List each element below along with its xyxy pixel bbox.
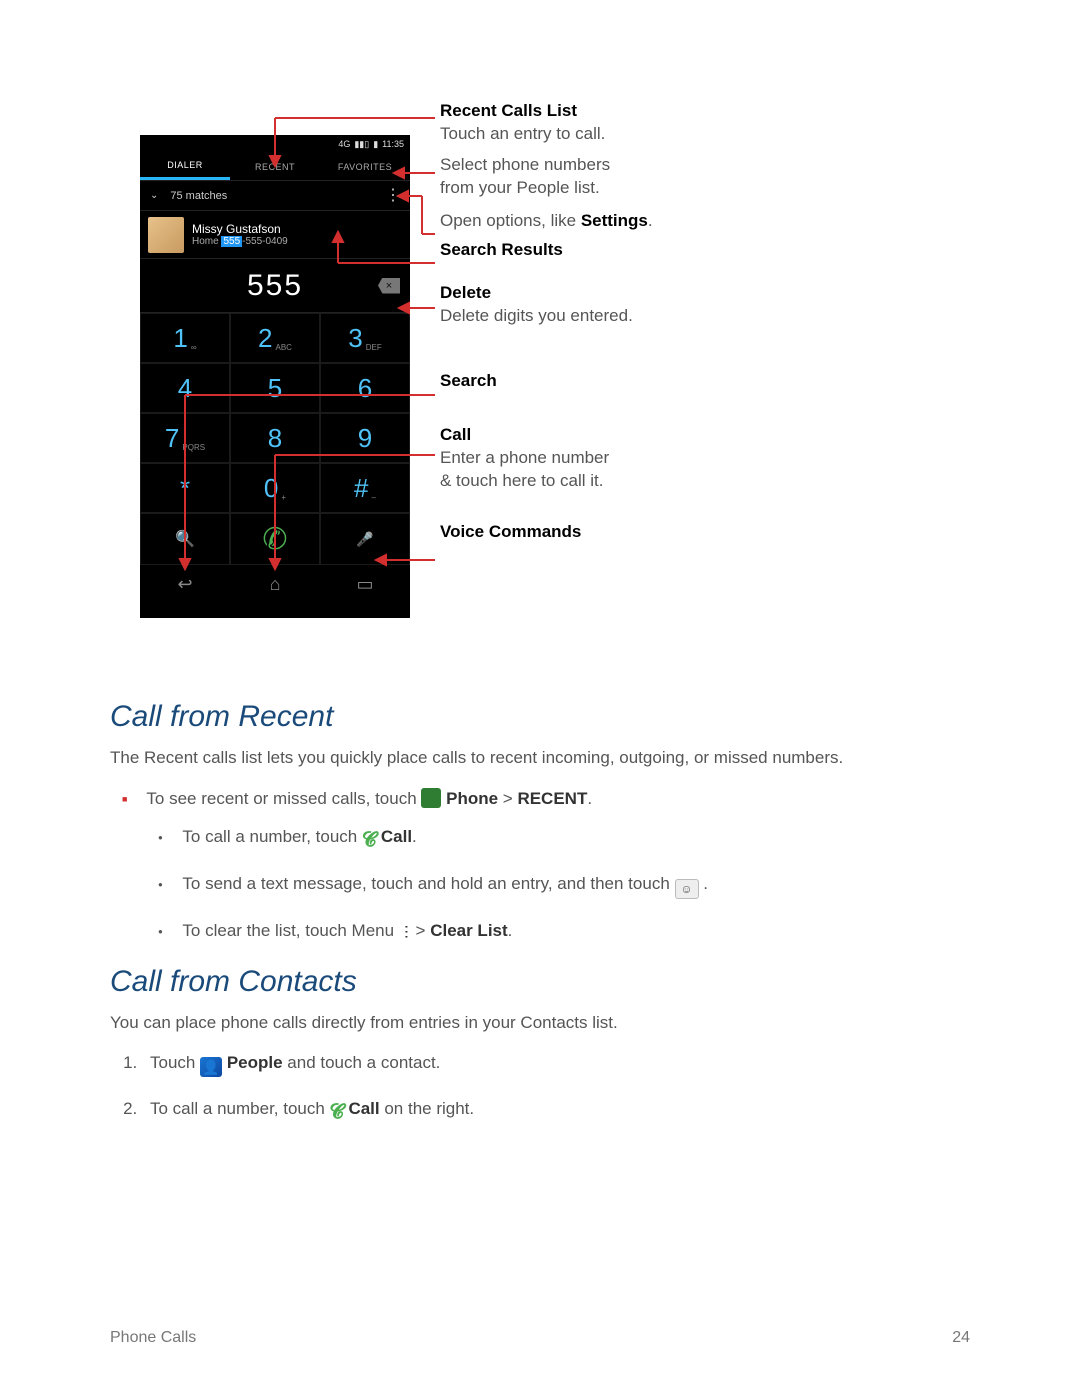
co-recent-text: Touch an entry to call. xyxy=(440,124,605,143)
search-result-row[interactable]: Missy Gustafson Home 555-555-0409 xyxy=(140,211,410,259)
dialed-digits: 555 xyxy=(247,269,303,303)
voice-button[interactable]: 🎤 xyxy=(320,513,410,565)
footer-page: 24 xyxy=(952,1329,970,1347)
sub-send-text: To send a text message, touch and hold a… xyxy=(178,874,970,899)
nav-bar: ↩ ⌂ ▭ xyxy=(140,565,410,603)
key-8[interactable]: 8 xyxy=(230,413,320,463)
co-del-text: Delete digits you entered. xyxy=(440,306,633,325)
callout-text-block: Recent Calls List Touch an entry to call… xyxy=(440,100,653,550)
heading-call-from-recent: Call from Recent xyxy=(110,700,970,734)
message-icon: ☺ xyxy=(675,879,699,899)
clock: 11:35 xyxy=(382,139,404,149)
menu-icon: ⋮ xyxy=(396,923,413,940)
footer-section: Phone Calls xyxy=(110,1329,196,1347)
contact-avatar xyxy=(148,217,184,253)
call-button[interactable]: ✆ xyxy=(230,513,320,565)
bullet-see-recent: To see recent or missed calls, touch Pho… xyxy=(142,788,970,941)
phone-handset-icon: ✆ xyxy=(262,522,287,557)
key-1[interactable]: 1∞ xyxy=(140,313,230,363)
step-touch-people: Touch 👤 People and touch a contact. xyxy=(142,1053,970,1077)
co-search-title: Search xyxy=(440,371,497,390)
contact-name: Missy Gustafson xyxy=(192,222,288,236)
phone-app-icon xyxy=(421,788,441,808)
contact-phone: Home 555-555-0409 xyxy=(192,236,288,247)
co-call-title: Call xyxy=(440,425,471,444)
nav-home[interactable]: ⌂ xyxy=(230,565,320,603)
matches-count: 75 matches xyxy=(170,190,227,202)
nav-back[interactable]: ↩ xyxy=(140,565,230,603)
keypad: 1∞ 2ABC 3DEF 4 5 6 7PQRS 8 9 * 0+ #– xyxy=(140,313,410,513)
signal-icon: ▮▮▯ xyxy=(354,139,369,150)
key-3[interactable]: 3DEF xyxy=(320,313,410,363)
overflow-menu-icon[interactable]: ⋮ xyxy=(385,191,400,201)
key-7[interactable]: 7PQRS xyxy=(140,413,230,463)
search-icon: 🔍 xyxy=(175,529,195,549)
para-recent-intro: The Recent calls list lets you quickly p… xyxy=(110,748,970,768)
call-icon: 𝓒 xyxy=(330,1101,344,1124)
para-contacts-intro: You can place phone calls directly from … xyxy=(110,1013,970,1033)
key-9[interactable]: 9 xyxy=(320,413,410,463)
co-opt-text: Open options, like xyxy=(440,211,581,230)
search-button[interactable]: 🔍 xyxy=(140,513,230,565)
status-bar: 4G ▮▮▯ ▮ 11:35 xyxy=(140,135,410,153)
co-del-title: Delete xyxy=(440,283,491,302)
sub-call-number: To call a number, touch 𝓒 Call. xyxy=(178,827,970,852)
dialed-number-display: 555 × xyxy=(140,259,410,313)
step-call-number: To call a number, touch 𝓒 Call on the ri… xyxy=(142,1099,970,1124)
backspace-icon[interactable]: × xyxy=(378,278,400,294)
co-opt-bold: Settings xyxy=(581,211,648,230)
heading-call-from-contacts: Call from Contacts xyxy=(110,965,970,999)
nav-recent[interactable]: ▭ xyxy=(320,565,410,603)
phone-mock: 4G ▮▮▯ ▮ 11:35 DIALER RECENT FAVORITES ⌄… xyxy=(140,135,410,618)
co-recent-title: Recent Calls List xyxy=(440,101,577,120)
key-4[interactable]: 4 xyxy=(140,363,230,413)
matches-bar[interactable]: ⌄ 75 matches ⋮ xyxy=(140,181,410,211)
tab-recent[interactable]: RECENT xyxy=(230,153,320,180)
chevron-down-icon: ⌄ xyxy=(150,190,158,201)
key-0[interactable]: 0+ xyxy=(230,463,320,513)
people-app-icon: 👤 xyxy=(200,1057,222,1077)
action-row: 🔍 ✆ 🎤 xyxy=(140,513,410,565)
co-fav-text1: Select phone numbers xyxy=(440,155,610,174)
co-vc-title: Voice Commands xyxy=(440,522,581,541)
co-sr-title: Search Results xyxy=(440,240,563,259)
microphone-icon: 🎤 xyxy=(356,531,373,548)
dialer-tabs: DIALER RECENT FAVORITES xyxy=(140,153,410,181)
key-star[interactable]: * xyxy=(140,463,230,513)
tab-dialer[interactable]: DIALER xyxy=(140,153,230,180)
sub-clear-list: To clear the list, touch Menu ⋮ > Clear … xyxy=(178,921,970,941)
co-call-t1: Enter a phone number xyxy=(440,448,609,467)
call-icon: 𝓒 xyxy=(362,829,376,852)
battery-icon: ▮ xyxy=(373,139,378,150)
key-5[interactable]: 5 xyxy=(230,363,320,413)
key-2[interactable]: 2ABC xyxy=(230,313,320,363)
key-hash[interactable]: #– xyxy=(320,463,410,513)
dialer-diagram: 4G ▮▮▯ ▮ 11:35 DIALER RECENT FAVORITES ⌄… xyxy=(110,100,970,660)
co-call-t2: & touch here to call it. xyxy=(440,471,603,490)
co-fav-text2: from your People list. xyxy=(440,178,600,197)
tab-favorites[interactable]: FAVORITES xyxy=(320,153,410,180)
key-6[interactable]: 6 xyxy=(320,363,410,413)
network-icon: 4G xyxy=(338,139,350,149)
